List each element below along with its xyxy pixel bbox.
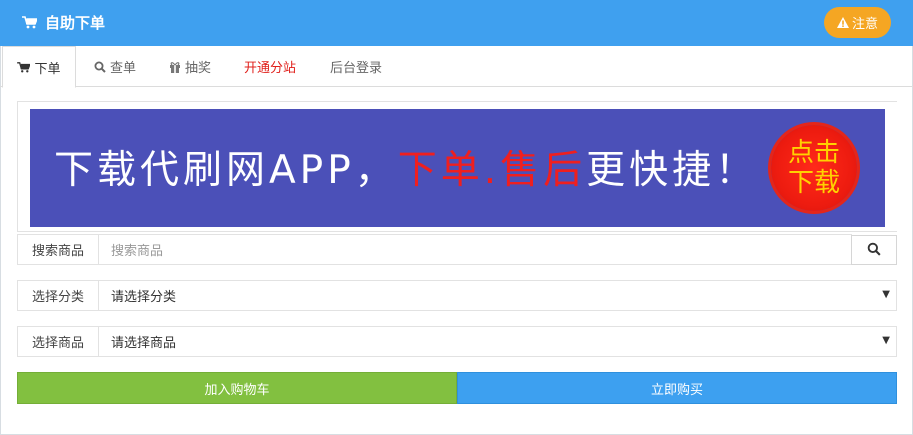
tab-lottery-label: 抽奖 — [185, 61, 212, 76]
category-row: 选择分类 请选择分类 ▼ — [17, 280, 897, 311]
cart-icon — [22, 15, 37, 29]
buy-now-button[interactable]: 立即购买 — [457, 372, 897, 404]
tab-query[interactable]: 查单 — [94, 46, 136, 87]
banner-text-highlight: 下单.售后 — [397, 148, 587, 193]
page-title-text: 自助下单 — [45, 13, 106, 32]
category-select-value: 请选择分类 — [111, 290, 177, 305]
tab-admin-login-label: 后台登录 — [330, 61, 383, 76]
tab-admin-login[interactable]: 后台登录 — [330, 46, 382, 87]
tab-open-substation-label: 开通分站 — [244, 61, 297, 76]
category-label: 选择分类 — [18, 281, 99, 310]
search-button[interactable] — [851, 235, 897, 265]
product-label: 选择商品 — [18, 327, 99, 356]
category-select[interactable]: 请选择分类 ▼ — [99, 281, 896, 310]
banner-text-after: 更快捷！ — [586, 148, 759, 193]
chevron-down-icon: ▼ — [882, 289, 890, 300]
search-row: 搜索商品 搜索商品 — [17, 234, 852, 265]
download-badge[interactable]: 点击 下载 — [771, 125, 857, 211]
banner-text: 下载代刷网APP， 下单.售后 更快捷！ — [54, 139, 758, 195]
add-to-cart-button[interactable]: 加入购物车 — [17, 372, 457, 404]
tab-query-label: 查单 — [110, 61, 137, 76]
search-input[interactable]: 搜索商品 — [99, 235, 851, 264]
header-bar: 自助下单 注意 — [0, 0, 913, 46]
warning-icon — [836, 17, 849, 28]
badge-line1: 点击 — [787, 138, 840, 168]
product-row: 选择商品 请选择商品 ▼ — [17, 326, 897, 357]
banner-text-before: 下载代刷网APP， — [54, 148, 398, 193]
tab-open-substation[interactable]: 开通分站 — [244, 46, 296, 87]
tab-lottery[interactable]: 抽奖 — [169, 46, 211, 87]
notice-button[interactable]: 注意 — [824, 7, 891, 38]
notice-label: 注意 — [851, 17, 878, 32]
chevron-down-icon: ▼ — [882, 335, 890, 346]
tab-order[interactable]: 下单 — [2, 46, 76, 88]
tab-bar: 下单 查单 抽奖 开通分站 后台登录 — [0, 46, 913, 88]
search-icon — [94, 61, 106, 73]
cart-icon — [17, 61, 31, 73]
gift-icon — [169, 61, 181, 73]
badge-line2: 下载 — [787, 168, 840, 198]
page-title: 自助下单 — [22, 11, 105, 33]
product-select-value: 请选择商品 — [111, 336, 177, 351]
search-icon — [867, 241, 881, 260]
product-select[interactable]: 请选择商品 ▼ — [99, 327, 896, 356]
download-app-banner[interactable]: 下载代刷网APP， 下单.售后 更快捷！ 点击 下载 — [30, 109, 885, 227]
tab-order-label: 下单 — [34, 61, 61, 77]
search-label: 搜索商品 — [18, 235, 99, 264]
